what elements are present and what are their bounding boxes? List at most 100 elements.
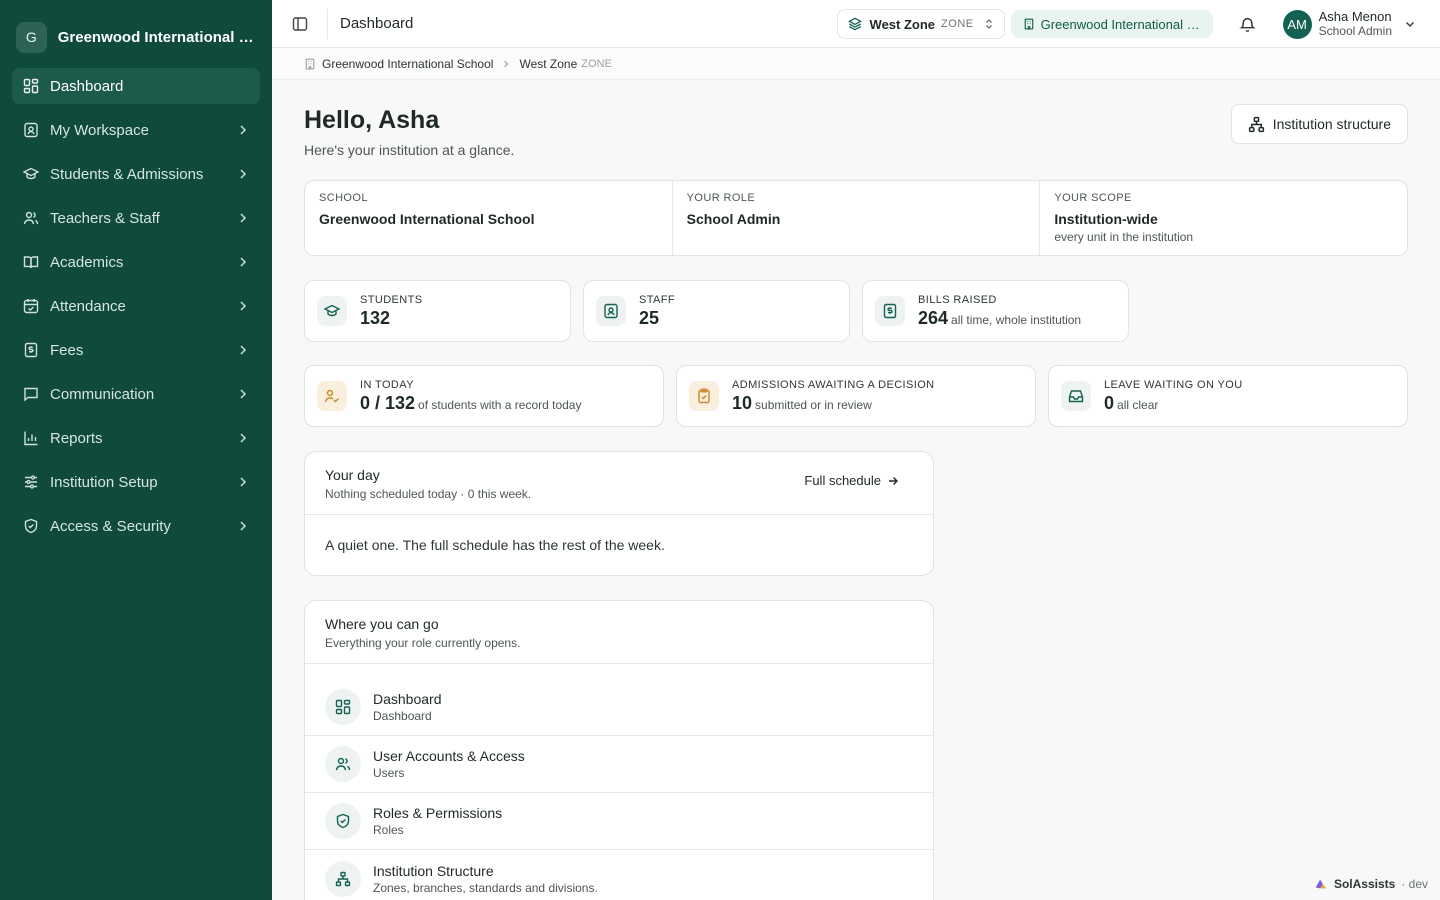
users-icon xyxy=(22,209,40,227)
topbar-actions: West Zone ZONE Greenwood International S… xyxy=(836,0,1440,48)
chevron-right-icon xyxy=(240,169,247,179)
list-item-subtitle: Dashboard xyxy=(373,709,432,723)
list-item-roles-permissions[interactable]: Roles & Permissions Roles xyxy=(305,793,933,850)
sidebar-item-communication[interactable]: Communication xyxy=(12,376,260,412)
stat-label: ADMISSIONS AWAITING A DECISION xyxy=(732,378,935,391)
full-schedule-label: Full schedule xyxy=(804,473,881,488)
chevron-right-icon xyxy=(240,433,247,443)
stat-in-today[interactable]: IN TODAY 0 / 132 of students with a recor… xyxy=(304,365,664,427)
message-icon xyxy=(22,385,40,403)
sidebar-item-label: Dashboard xyxy=(50,77,124,95)
zone-selector[interactable]: West Zone ZONE xyxy=(836,9,1005,39)
users-icon xyxy=(325,746,361,782)
list-item-user-accounts[interactable]: User Accounts & Access Users xyxy=(305,736,933,793)
sidebar-item-label: Fees xyxy=(50,341,84,359)
sidebar-item-label: My Workspace xyxy=(50,121,149,139)
list-item-dashboard[interactable]: Dashboard Dashboard xyxy=(305,679,933,736)
id-badge-icon xyxy=(596,296,626,326)
breadcrumb: Greenwood International School West Zone… xyxy=(272,48,1440,80)
workspace-icon xyxy=(22,121,40,139)
context-role: YOUR ROLE School Admin xyxy=(673,181,1041,255)
context-school: SCHOOL Greenwood International School xyxy=(305,181,673,255)
sidebar-item-label: Teachers & Staff xyxy=(50,209,160,227)
breadcrumb-school[interactable]: Greenwood International School xyxy=(322,57,493,71)
dashboard-icon xyxy=(325,689,361,725)
calendar-check-icon xyxy=(22,297,40,315)
building-icon xyxy=(1024,18,1033,30)
bar-chart-icon xyxy=(22,429,40,447)
building-icon xyxy=(305,58,315,69)
list-item-institution-structure[interactable]: Institution Structure Zones, branches, s… xyxy=(305,850,933,900)
stat-students[interactable]: STUDENTS 132 xyxy=(304,280,571,342)
user-menu[interactable]: AM Asha Menon School Admin xyxy=(1282,9,1416,39)
breadcrumb-zone[interactable]: West Zone xyxy=(519,57,577,71)
school-name: Greenwood International School xyxy=(57,28,256,46)
zone-kind: ZONE xyxy=(941,18,974,30)
sidebar-item-attendance[interactable]: Attendance xyxy=(12,288,260,324)
topbar: Dashboard West Zone ZONE Greenwood Inter… xyxy=(272,0,1440,48)
sidebar-item-access-security[interactable]: Access & Security xyxy=(12,508,260,544)
institution-structure-button[interactable]: Institution structure xyxy=(1230,104,1408,144)
notifications-button[interactable] xyxy=(1233,16,1263,33)
stat-staff[interactable]: STAFF 25 xyxy=(583,280,850,342)
sidebar-item-label: Communication xyxy=(50,385,155,403)
stat-value: 132 xyxy=(360,307,391,328)
stat-value: 0 / 132 xyxy=(360,392,416,413)
breadcrumb-zone-kind: ZONE xyxy=(581,57,612,70)
user-name: Asha Menon xyxy=(1318,9,1392,24)
context-label: YOUR SCOPE xyxy=(1054,192,1132,204)
sidebar-item-reports[interactable]: Reports xyxy=(12,420,260,456)
stat-leave-waiting[interactable]: LEAVE WAITING ON YOU 0 all clear xyxy=(1048,365,1408,427)
chevron-right-icon xyxy=(504,60,509,67)
card-subtitle: Nothing scheduled today · 0 this week. xyxy=(325,487,532,501)
footer-env: · dev xyxy=(1401,877,1428,891)
sidebar-item-academics[interactable]: Academics xyxy=(12,244,260,280)
institution-structure-label: Institution structure xyxy=(1272,116,1391,132)
chevrons-up-down-icon xyxy=(985,19,992,29)
context-note: every unit in the institution xyxy=(1054,230,1194,244)
page-title: Dashboard xyxy=(340,15,414,32)
card-title: Where you can go xyxy=(325,616,439,632)
chevron-right-icon xyxy=(240,257,247,267)
stat-value: 10 xyxy=(732,392,753,413)
list-item-subtitle: Roles xyxy=(373,823,404,837)
chevron-right-icon xyxy=(240,477,247,487)
sidebar-toggle-button[interactable] xyxy=(272,8,328,39)
stat-note: all clear xyxy=(1117,397,1159,412)
chevron-right-icon xyxy=(240,125,247,135)
receipt-icon xyxy=(875,296,905,326)
sidebar: G Greenwood International School Dashboa… xyxy=(0,0,272,900)
stat-label: STAFF xyxy=(639,293,676,306)
context-label: YOUR ROLE xyxy=(686,192,756,204)
stat-bills-raised[interactable]: BILLS RAISED 264 all time, whole institut… xyxy=(862,280,1129,342)
sidebar-item-dashboard[interactable]: Dashboard xyxy=(12,68,260,104)
chevron-right-icon xyxy=(240,345,247,355)
current-school-name: Greenwood International School xyxy=(1040,16,1201,32)
current-school-pill[interactable]: Greenwood International School xyxy=(1010,10,1213,38)
stat-note: submitted or in review xyxy=(755,397,872,412)
book-icon xyxy=(22,253,40,271)
stat-label: STUDENTS xyxy=(360,293,423,306)
shield-check-icon xyxy=(22,517,40,535)
sidebar-item-fees[interactable]: Fees xyxy=(12,332,260,368)
sidebar-item-institution-setup[interactable]: Institution Setup xyxy=(12,464,260,500)
list-item-title: Roles & Permissions xyxy=(373,805,503,821)
sidebar-item-my-workspace[interactable]: My Workspace xyxy=(12,112,260,148)
chevron-right-icon xyxy=(240,301,247,311)
sitemap-icon xyxy=(1248,116,1264,132)
card-subtitle: Everything your role currently opens. xyxy=(325,636,521,650)
chevron-right-icon xyxy=(240,389,247,399)
stat-admissions-awaiting[interactable]: ADMISSIONS AWAITING A DECISION 10 submitt… xyxy=(676,365,1036,427)
stat-value: 25 xyxy=(639,307,660,328)
chevron-right-icon xyxy=(240,213,247,223)
sidebar-item-students-admissions[interactable]: Students & Admissions xyxy=(12,156,260,192)
full-schedule-link[interactable]: Full schedule xyxy=(804,473,899,488)
sidebar-item-label: Students & Admissions xyxy=(50,165,204,183)
list-item-subtitle: Zones, branches, standards and divisions… xyxy=(373,880,598,895)
list-item-title: Institution Structure xyxy=(373,862,494,879)
school-switcher[interactable]: G Greenwood International School xyxy=(0,0,272,74)
context-label: SCHOOL xyxy=(319,192,368,204)
layers-icon xyxy=(847,17,862,31)
sidebar-item-teachers-staff[interactable]: Teachers & Staff xyxy=(12,200,260,236)
bell-icon xyxy=(1239,17,1256,32)
